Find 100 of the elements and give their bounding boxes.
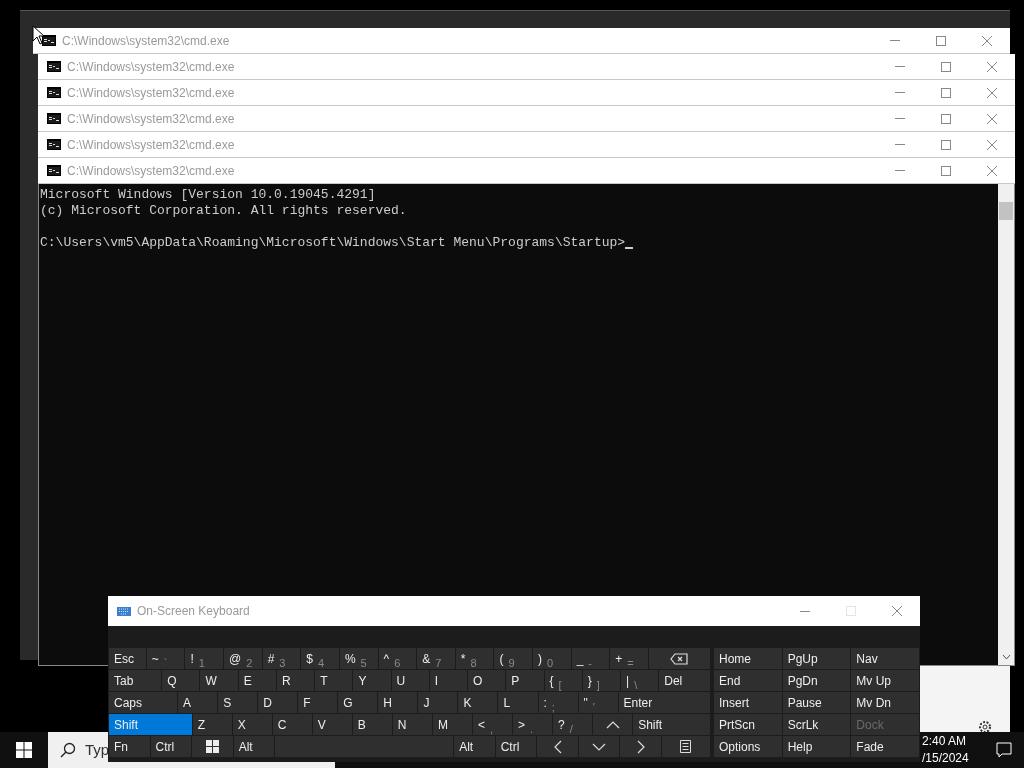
close-icon	[986, 60, 998, 73]
key[interactable]: & 7	[417, 648, 455, 669]
key-sub-label: 7	[435, 655, 442, 671]
console-icon	[47, 165, 61, 176]
console-icon	[47, 113, 61, 124]
chevron-left-icon	[553, 739, 562, 754]
key[interactable]: Y	[353, 670, 391, 691]
key[interactable]: ScrLk	[782, 714, 851, 735]
key[interactable]: X	[232, 714, 272, 735]
key[interactable]: L	[498, 692, 538, 713]
key-sub-label: ]	[596, 677, 600, 693]
key[interactable]: Caps	[109, 692, 178, 713]
key[interactable]: @ 2	[224, 648, 262, 669]
key[interactable]: Alt	[233, 736, 275, 757]
key[interactable]: Nav	[851, 648, 919, 669]
key[interactable]: J	[418, 692, 458, 713]
key[interactable]: ( 9	[494, 648, 533, 669]
key[interactable]: G	[338, 692, 378, 713]
key[interactable]: E	[238, 670, 276, 691]
key-sub-label: 3	[279, 655, 286, 671]
key[interactable]: PrtScn	[714, 714, 782, 735]
key[interactable]: Fn	[109, 736, 150, 757]
key[interactable]: B	[352, 714, 392, 735]
key[interactable]: M	[432, 714, 472, 735]
key[interactable]: I	[429, 670, 468, 691]
key[interactable]: # 3	[262, 648, 301, 669]
key[interactable]: N	[392, 714, 432, 735]
key[interactable]: Fade	[851, 736, 919, 757]
key[interactable]: Insert	[714, 692, 782, 713]
key[interactable]: > .	[513, 714, 553, 735]
key[interactable]: Help	[782, 736, 851, 757]
key[interactable]: S	[218, 692, 258, 713]
window-title: C:\Windows\system32\cmd.exe	[62, 32, 230, 50]
keyboard-icon	[117, 606, 131, 616]
key[interactable]: F	[298, 692, 338, 713]
key[interactable]: V	[312, 714, 352, 735]
key[interactable]: Mv Dn	[851, 692, 919, 713]
key[interactable]: Z	[192, 714, 232, 735]
key[interactable]: : ;	[538, 692, 578, 713]
key[interactable]: T	[315, 670, 353, 691]
key[interactable]: * 8	[455, 648, 494, 669]
key[interactable]: C	[272, 714, 312, 735]
key-sub-label: 8	[470, 655, 477, 671]
key[interactable]: Ctrl	[150, 736, 192, 757]
key[interactable]: Pause	[782, 692, 851, 713]
key[interactable]: Shift	[633, 714, 710, 735]
key[interactable]: H	[378, 692, 418, 713]
key-sub-label: ;	[551, 699, 555, 715]
key[interactable]	[192, 736, 233, 757]
key[interactable]: D	[258, 692, 298, 713]
scrollbar-thumb[interactable]	[999, 202, 1013, 220]
key[interactable]: Options	[714, 736, 782, 757]
key[interactable]: K	[458, 692, 498, 713]
key[interactable]: Home	[714, 648, 782, 669]
maximize-icon	[941, 139, 951, 150]
key[interactable]: ~ `	[146, 648, 185, 669]
text-cursor	[625, 247, 634, 249]
key[interactable]: P	[506, 670, 544, 691]
key[interactable]: Shift	[109, 714, 192, 735]
key[interactable]: Ctrl	[495, 736, 537, 757]
scroll-down-icon[interactable]	[1001, 654, 1011, 660]
key[interactable]: R	[276, 670, 315, 691]
key[interactable]: Mv Up	[851, 670, 919, 691]
key[interactable]: _ -	[571, 648, 610, 669]
minimize-icon	[895, 170, 905, 171]
key[interactable]: } ]	[582, 670, 620, 691]
key[interactable]: + =	[610, 648, 648, 669]
minimize-icon	[895, 118, 905, 119]
key[interactable]: Del	[659, 670, 711, 691]
key-sub-label: 2	[246, 655, 253, 671]
key[interactable]: < ,	[472, 714, 512, 735]
key[interactable]: ! 1	[185, 648, 224, 669]
key-sub-label: 5	[360, 655, 367, 671]
key[interactable]: Tab	[109, 670, 162, 691]
key[interactable]: Q	[162, 670, 200, 691]
key[interactable]: W	[200, 670, 238, 691]
scrollbar[interactable]	[998, 184, 1014, 665]
key[interactable]: Alt	[454, 736, 495, 757]
key[interactable]: A	[178, 692, 218, 713]
key[interactable]: PgDn	[782, 670, 851, 691]
key[interactable]: $ 4	[301, 648, 339, 669]
key[interactable]: End	[714, 670, 782, 691]
clock-date: /15/2024	[922, 750, 969, 767]
key[interactable]: { [	[544, 670, 582, 691]
key[interactable]: ? /	[553, 714, 593, 735]
backspace-icon	[670, 652, 689, 665]
key[interactable]: ) 0	[533, 648, 571, 669]
key[interactable]: Enter	[618, 692, 710, 713]
key[interactable]: | \	[621, 670, 659, 691]
key[interactable]: O	[468, 670, 506, 691]
maximize-icon	[941, 113, 951, 124]
key[interactable]: PgUp	[782, 648, 851, 669]
key[interactable]	[661, 736, 711, 757]
key[interactable]: % 5	[339, 648, 378, 669]
console-icon	[47, 87, 61, 98]
key[interactable]: U	[391, 670, 429, 691]
key[interactable]: ^ 6	[378, 648, 417, 669]
key[interactable]	[648, 648, 711, 669]
key[interactable]: Esc	[109, 648, 146, 669]
key[interactable]: " '	[578, 692, 618, 713]
